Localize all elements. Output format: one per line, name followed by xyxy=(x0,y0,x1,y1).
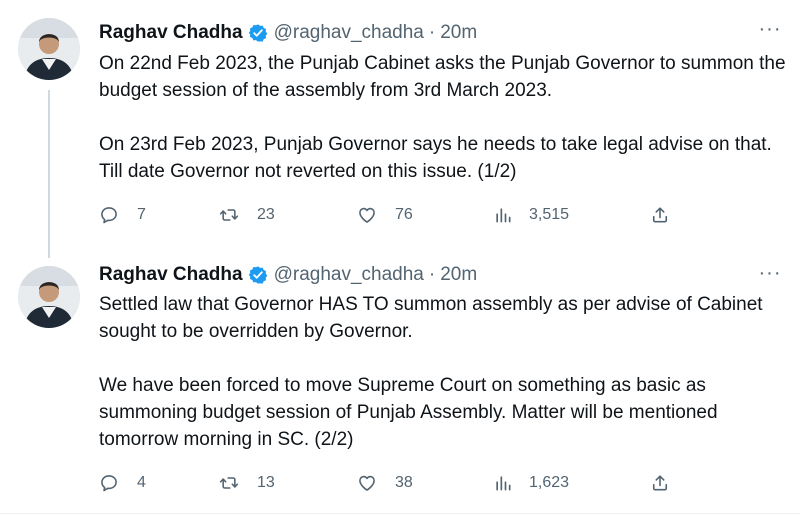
retweet-icon xyxy=(219,477,239,489)
profile-photo-icon xyxy=(18,18,80,80)
views-button[interactable]: 1,623 xyxy=(493,470,569,496)
divider xyxy=(0,513,800,514)
reply-button[interactable]: 4 xyxy=(99,470,146,496)
verified-badge-icon xyxy=(248,265,268,285)
reply-count: 4 xyxy=(137,474,146,491)
timestamp[interactable]: 20m xyxy=(440,22,477,44)
views-count: 3,515 xyxy=(529,206,570,223)
tweet-text: On 22nd Feb 2023, the Punjab Cabinet ask… xyxy=(99,50,786,185)
reply-icon xyxy=(101,207,117,224)
like-button[interactable]: 38 xyxy=(357,470,413,496)
retweet-button[interactable]: 13 xyxy=(219,470,275,496)
author-name[interactable]: Raghav Chadha xyxy=(99,22,243,44)
reply-icon xyxy=(101,475,117,492)
profile-photo-icon xyxy=(18,266,80,328)
like-count: 76 xyxy=(395,206,413,223)
tweet-header: Raghav Chadha @raghav_chadha · 20m xyxy=(99,20,477,46)
like-count: 38 xyxy=(395,474,413,491)
author-handle[interactable]: @raghav_chadha xyxy=(274,264,424,286)
views-chart-icon xyxy=(496,208,511,223)
heart-icon xyxy=(359,475,375,491)
share-icon xyxy=(652,475,668,491)
tweet-1[interactable]: Raghav Chadha @raghav_chadha · 20m ··· O… xyxy=(0,0,800,250)
retweet-count: 23 xyxy=(257,206,275,223)
separator-dot: · xyxy=(428,22,436,43)
views-button[interactable]: 3,515 xyxy=(493,202,569,228)
tweet-actions: 4 13 38 1,623 xyxy=(99,470,679,496)
timestamp[interactable]: 20m xyxy=(440,264,477,286)
author-handle[interactable]: @raghav_chadha xyxy=(274,22,424,44)
author-name[interactable]: Raghav Chadha xyxy=(99,264,243,286)
tweet-actions: 7 23 76 3,515 xyxy=(99,202,679,228)
tweet-paragraph: Settled law that Governor HAS TO summon … xyxy=(99,294,763,342)
share-icon xyxy=(652,207,668,223)
retweet-count: 13 xyxy=(257,474,275,491)
retweet-icon xyxy=(219,209,239,221)
tweet-header: Raghav Chadha @raghav_chadha · 20m xyxy=(99,262,477,288)
share-button[interactable] xyxy=(650,202,670,228)
more-options-icon[interactable]: ··· xyxy=(758,262,782,284)
tweet-paragraph: We have been forced to move Supreme Cour… xyxy=(99,375,718,450)
views-chart-icon xyxy=(496,476,511,491)
reply-count: 7 xyxy=(137,206,146,223)
like-button[interactable]: 76 xyxy=(357,202,413,228)
avatar[interactable] xyxy=(18,18,80,80)
tweet-paragraph: On 22nd Feb 2023, the Punjab Cabinet ask… xyxy=(99,53,786,101)
tweet-text: Settled law that Governor HAS TO summon … xyxy=(99,291,786,453)
heart-icon xyxy=(359,207,375,223)
tweet-paragraph: On 23rd Feb 2023, Punjab Governor says h… xyxy=(99,134,772,182)
retweet-button[interactable]: 23 xyxy=(219,202,275,228)
more-options-icon[interactable]: ··· xyxy=(758,18,782,40)
share-button[interactable] xyxy=(650,470,670,496)
separator-dot: · xyxy=(428,264,436,285)
avatar[interactable] xyxy=(18,266,80,328)
views-count: 1,623 xyxy=(529,474,570,491)
verified-badge-icon xyxy=(248,23,268,43)
reply-button[interactable]: 7 xyxy=(99,202,146,228)
